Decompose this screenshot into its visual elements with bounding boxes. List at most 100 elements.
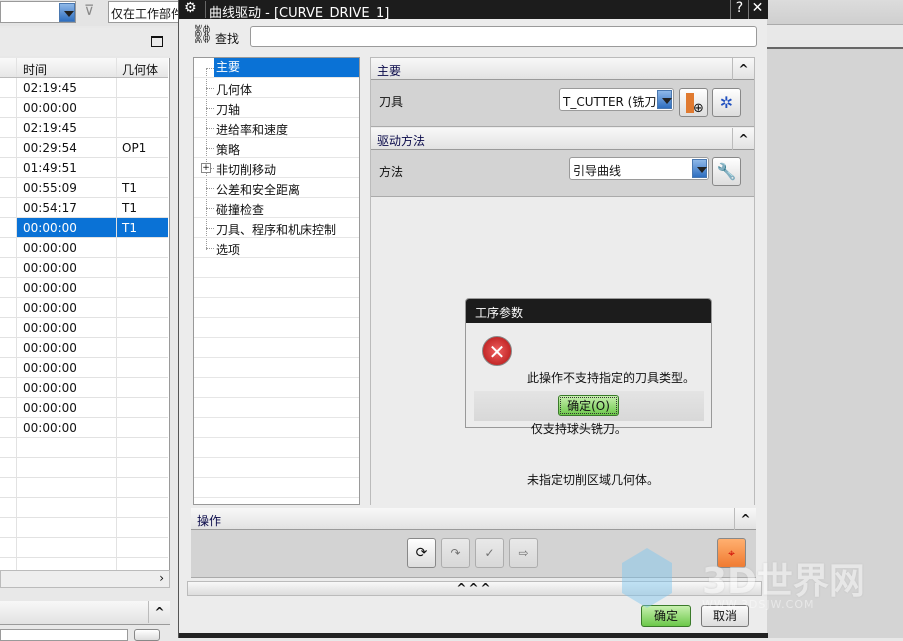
table-row[interactable]: 00:00:00 [0,278,168,298]
verify-button[interactable]: ✓ [475,538,504,568]
popup-ok-button[interactable]: 确定(O) [558,395,619,416]
horizontal-scrollbar[interactable]: › [0,570,170,588]
table-row[interactable]: 00:00:00 [0,378,168,398]
find-input[interactable] [250,26,757,47]
binoculars-icon: ⛓ [191,24,214,45]
tree-item-label: 刀轴 [216,103,241,117]
section-drive-title: 驱动方法 [377,134,426,148]
collapse-icon[interactable]: ^ [732,58,754,80]
filter-scope-combo[interactable]: 仅在工作部件 [108,1,180,23]
left-section-header: ^ [0,601,170,625]
tree-item[interactable]: 进给率和速度 [194,118,359,138]
new-tool-button[interactable]: ⊕ [679,88,708,117]
table-row[interactable]: 00:00:00 [0,98,168,118]
tree-item[interactable]: 主要 [194,58,359,78]
table-row[interactable]: 02:19:45 [0,78,168,98]
table-row[interactable]: 00:00:00 [0,298,168,318]
collapse-icon[interactable]: ^ [732,128,754,150]
edit-method-button[interactable]: 🔧 [712,157,741,186]
section-main-body: 刀具 T_CUTTER (铣刀· ⊕ ✲ [371,80,754,127]
table-row[interactable]: 01:49:51 [0,158,168,178]
time-cell: 00:00:00 [23,381,77,395]
ok-button[interactable]: 确定 [641,605,691,627]
wrench-icon: 🔧 [716,162,737,181]
background-area [767,47,903,638]
cancel-button[interactable]: 取消 [701,605,749,627]
table-row[interactable]: 00:54:17 T1 [0,198,168,218]
table-row[interactable] [0,498,168,518]
time-cell: 00:55:09 [23,181,77,195]
method-select[interactable]: 引导曲线 [569,157,709,180]
expand-icon[interactable]: + [201,163,211,173]
column-header-time[interactable]: 时间 [23,61,47,78]
tree-item-label: 进给率和速度 [216,123,289,137]
tree-item[interactable]: 公差和安全距离 [194,178,359,198]
tree-item[interactable]: 策略 [194,138,359,158]
tool-label: 刀具 [379,95,404,109]
type-filter-combo[interactable] [0,1,76,23]
table-row[interactable]: 00:00:00 [0,338,168,358]
collapse-icon[interactable]: ^ [734,508,756,530]
time-cell: 00:00:00 [23,221,77,235]
tree-item[interactable]: 几何体 [194,78,359,98]
error-popup: 工序参数 ✕ 此操作不支持指定的刀具类型。 仅支持球头铣刀。 未指定切削区域几何… [465,298,712,487]
table-row[interactable]: 02:19:45 [0,118,168,138]
tool-select[interactable]: T_CUTTER (铣刀· [559,88,674,111]
left-search-button[interactable] [134,629,160,641]
dropdown-arrow-icon[interactable] [692,159,707,178]
table-row[interactable]: 00:00:00 [0,358,168,378]
column-header-geometry[interactable]: 几何体 [122,61,158,78]
edit-tool-icon: ✲ [719,93,734,112]
table-row[interactable] [0,518,168,538]
table-row[interactable]: 00:00:00 [0,258,168,278]
close-button[interactable]: ✕ [748,0,766,19]
scroll-right-icon[interactable]: › [159,571,164,585]
tree-item-label: 几何体 [216,83,253,97]
tree-item[interactable]: 选项 [194,238,359,258]
time-cell: 00:00:00 [23,261,77,275]
table-row[interactable]: 00:29:54 OP1 [0,138,168,158]
table-row[interactable]: 00:00:00 [0,418,168,438]
generate-button[interactable]: ⟳ [407,538,436,568]
replay-button[interactable]: ↷ [441,538,470,568]
popup-title: 工序参数 [466,299,711,323]
section-drive-header[interactable]: 驱动方法 ^ [371,128,754,150]
list-icon: ⇨ [518,546,529,560]
gear-icon[interactable]: ⚙ [184,0,197,16]
time-cell: 00:29:54 [23,141,77,155]
edit-tool-button[interactable]: ✲ [712,88,741,117]
collapse-icon[interactable]: ^ [148,601,170,623]
filter-icon[interactable]: ⊽ [84,3,94,19]
table-row[interactable]: 00:00:00 [0,398,168,418]
method-value: 引导曲线 [573,164,622,178]
time-cell: 01:49:51 [23,161,77,175]
table-row[interactable]: 00:55:09 T1 [0,178,168,198]
dialog-title-bar: ⚙ 曲线驱动 - [CURVE_DRIVE_1] ? ✕ [179,0,768,21]
expand-more-bar[interactable]: ^^^ [187,581,762,596]
table-row[interactable] [0,458,168,478]
section-main-header[interactable]: 主要 ^ [371,58,754,80]
time-cell: 00:54:17 [23,201,77,215]
table-row[interactable] [0,438,168,458]
tree-item[interactable]: + 非切削移动 [194,158,359,178]
time-cell: 02:19:45 [23,121,77,135]
list-button[interactable]: ⇨ [509,538,538,568]
help-button[interactable]: ? [730,0,748,19]
message-line: 此操作不支持指定的刀具类型。 [527,371,696,385]
tree-item[interactable]: 碰撞检查 [194,198,359,218]
display-button[interactable]: ⌖ [717,538,746,568]
table-row[interactable] [0,538,168,558]
time-cell: 00:00:00 [23,421,77,435]
tree-item[interactable]: 刀轴 [194,98,359,118]
table-row[interactable]: 00:00:00 [0,238,168,258]
dropdown-arrow-icon[interactable] [657,90,672,109]
table-row[interactable] [0,478,168,498]
dropdown-arrow-icon[interactable] [59,3,75,22]
table-row[interactable]: 00:00:00 [0,318,168,338]
tree-item[interactable]: 刀具、程序和机床控制 [194,218,359,238]
maximize-icon[interactable] [151,36,163,47]
geometry-cell: T1 [122,181,137,195]
left-search-input[interactable] [0,629,128,641]
verify-icon: ✓ [484,546,495,560]
table-row[interactable]: 00:00:00 T1 [0,218,168,238]
